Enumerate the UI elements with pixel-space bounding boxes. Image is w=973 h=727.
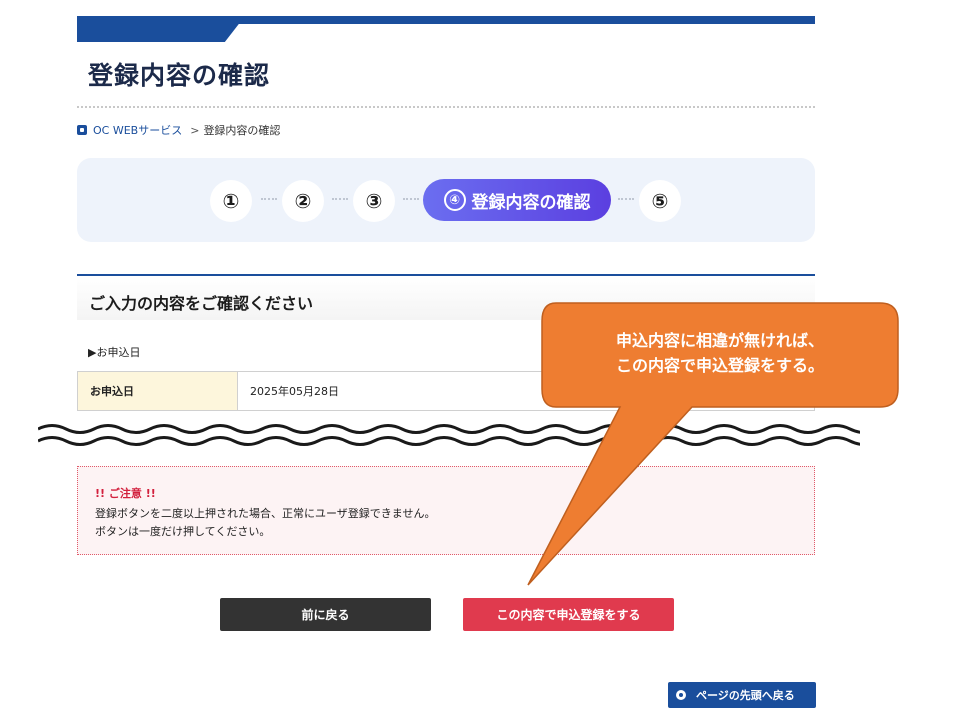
breadcrumb-separator: > <box>190 123 200 137</box>
step-4-label: 登録内容の確認 <box>471 192 591 213</box>
step-connector <box>332 198 348 200</box>
section-heading: ご入力の内容をご確認ください <box>89 294 314 313</box>
step-3: ③ <box>353 180 395 222</box>
step-2: ② <box>282 180 324 222</box>
progress-stepper: ① ② ③ ④ 登録内容の確認 ⑤ <box>77 158 815 242</box>
step-4-number: ④ <box>443 189 466 211</box>
page-top-icon <box>676 690 686 700</box>
step-connector <box>261 198 277 200</box>
step-1: ① <box>210 180 252 222</box>
step-connector <box>403 198 419 200</box>
page-top-button[interactable]: ページの先頭へ戻る <box>668 682 816 708</box>
back-button[interactable]: 前に戻る <box>220 598 431 631</box>
callout-line-1: 申込内容に相違が無ければ、 <box>615 331 824 350</box>
callout-line-2: この内容で申込登録をする。 <box>615 356 824 375</box>
breadcrumb-home-icon <box>77 125 87 135</box>
submit-registration-button[interactable]: この内容で申込登録をする <box>463 598 674 631</box>
subsection-label: ▶お申込日 <box>88 346 141 359</box>
page-title: 登録内容の確認 <box>88 61 271 90</box>
page-top-label: ページの先頭へ戻る <box>696 689 795 702</box>
step-connector <box>618 198 634 200</box>
breadcrumb: OC WEBサービス > 登録内容の確認 <box>77 122 280 138</box>
table-label-cell: お申込日 <box>78 372 238 410</box>
header-band <box>77 16 815 42</box>
step-5: ⑤ <box>639 180 681 222</box>
callout-text: 申込内容に相違が無ければ、 この内容で申込登録をする。 <box>545 328 895 378</box>
title-divider <box>77 106 815 108</box>
breadcrumb-home-link[interactable]: OC WEBサービス <box>93 122 182 138</box>
breadcrumb-current: 登録内容の確認 <box>203 124 281 137</box>
step-4-active: ④ 登録内容の確認 <box>423 179 611 221</box>
